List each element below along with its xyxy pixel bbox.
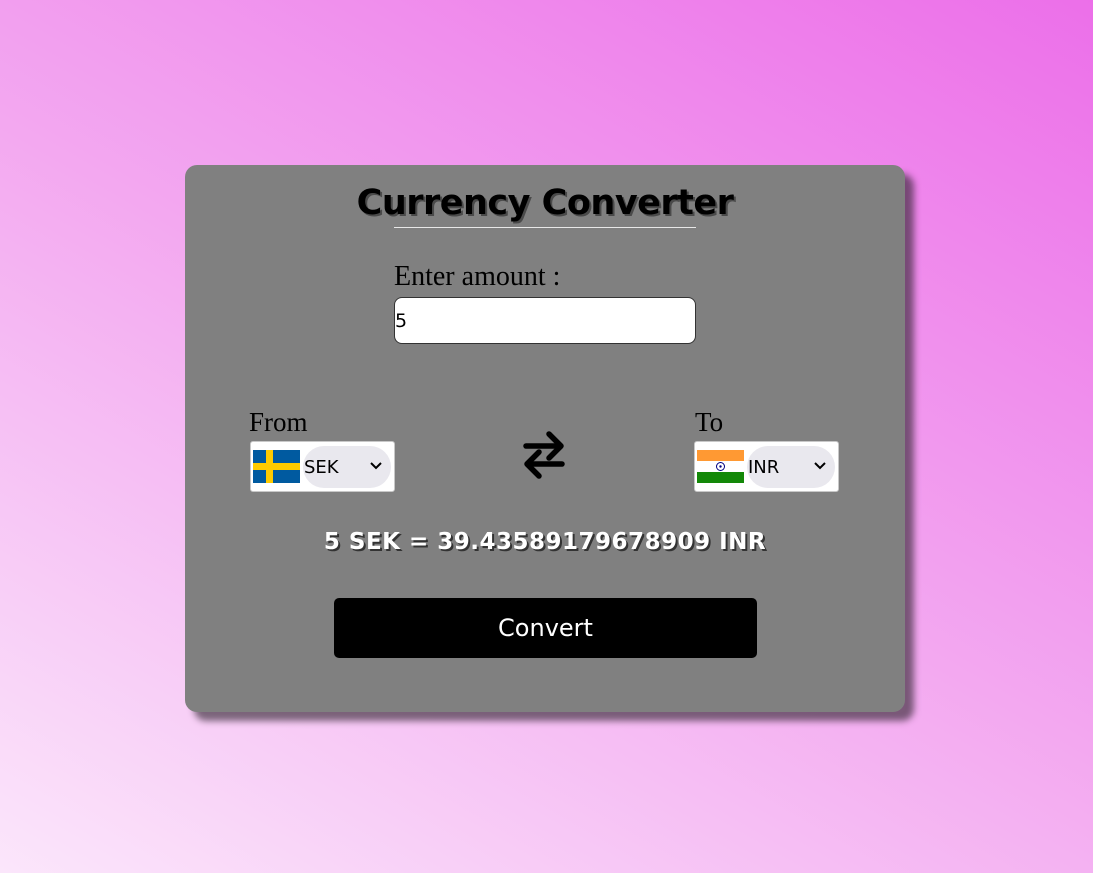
to-currency-dropdown[interactable]: INR [747,446,835,488]
to-label: To [695,407,724,437]
title-underline [394,227,696,228]
from-currency-select[interactable]: SEK [250,441,395,492]
conversion-result: 5 SEK = 39.43589179678909 INR [323,529,767,555]
amount-input[interactable] [394,297,696,344]
chevron-down-icon [370,462,382,470]
india-flag-icon [697,450,744,483]
page-title: Currency Converter [356,183,734,223]
amount-label: Enter amount : [394,261,561,292]
to-currency-code: INR [748,457,780,478]
from-currency-code: SEK [304,457,339,478]
from-currency-dropdown[interactable]: SEK [303,446,391,488]
swap-arrows-icon[interactable] [521,429,567,481]
convert-button[interactable]: Convert [334,598,757,658]
to-currency-select[interactable]: INR [694,441,839,492]
from-label: From [249,407,308,437]
chevron-down-icon [814,462,826,470]
sweden-flag-icon [253,450,300,483]
converter-card: Currency Converter Enter amount : From S… [185,165,905,712]
